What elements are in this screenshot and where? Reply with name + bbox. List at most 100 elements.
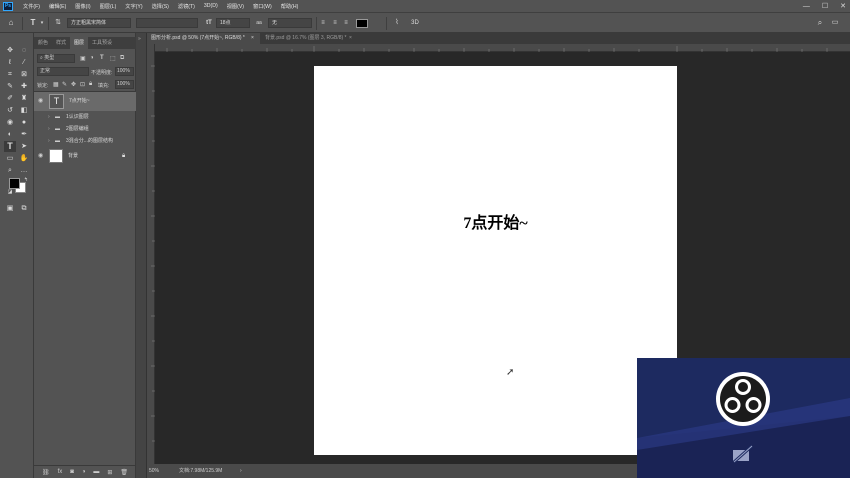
eye-icon[interactable]: ◉ <box>38 96 43 107</box>
font-size-select[interactable]: 18点 <box>216 18 250 28</box>
zoom-tool-icon[interactable]: ⌕ <box>4 165 16 176</box>
filter-adjustment-icon[interactable]: ◑ <box>90 55 94 61</box>
menu-window[interactable]: 窗口(W) <box>253 3 272 10</box>
pen-tool-icon[interactable]: ✒ <box>18 129 30 140</box>
fx-icon[interactable]: fx <box>58 469 63 475</box>
maximize-icon[interactable]: ☐ <box>822 2 828 10</box>
tab-document[interactable]: 背景.psd @ 16.7% (图层 3, RGB/8) * × <box>261 33 357 44</box>
eraser-tool-icon[interactable]: ◧ <box>18 105 30 116</box>
font-style-select[interactable] <box>136 18 198 28</box>
menu-help[interactable]: 帮助(H) <box>281 3 299 10</box>
lock-image-icon[interactable]: ✎ <box>62 81 67 88</box>
menu-type[interactable]: 文字(Y) <box>125 3 142 10</box>
workspace-icon[interactable]: ▭ <box>829 17 841 29</box>
tab-color[interactable]: 颜色 <box>34 37 52 49</box>
menu-layer[interactable]: 图层(L) <box>100 3 117 10</box>
crop-tool-icon[interactable]: ⌗ <box>4 69 16 80</box>
magic-wand-tool-icon[interactable]: ⁄ <box>18 57 30 68</box>
menu-file[interactable]: 文件(F) <box>23 3 40 10</box>
close-icon[interactable]: ✕ <box>840 2 846 10</box>
chevron-right-icon[interactable]: › <box>48 136 50 147</box>
default-colors-icon[interactable]: ◪ <box>4 189 16 195</box>
layer-row-background[interactable]: ◉ 背景 🔒︎ <box>34 148 136 165</box>
clone-stamp-tool-icon[interactable]: ♜ <box>18 93 30 104</box>
lasso-tool-icon[interactable]: ℓ <box>4 57 16 68</box>
marquee-tool-icon[interactable]: ◌ <box>18 45 30 56</box>
blend-mode-select[interactable]: 正常 <box>37 67 89 76</box>
lock-position-icon[interactable]: ✥ <box>71 81 76 88</box>
history-brush-tool-icon[interactable]: ↺ <box>4 105 16 116</box>
menu-filter[interactable]: 滤镜(T) <box>178 3 195 10</box>
tab-document-active[interactable]: 图形分析.psd @ 50% (7点开始~, RGB/8) * × <box>147 33 260 44</box>
tab-tool-presets[interactable]: 工具预设 <box>88 37 116 49</box>
layer-row-folder[interactable]: › ▬ 2图层编组 <box>34 124 136 135</box>
align-right-icon[interactable]: ≡ <box>340 17 352 29</box>
paint-bucket-tool-icon[interactable]: ◉ <box>4 117 16 128</box>
tab-layers[interactable]: 图层 <box>70 37 89 49</box>
filter-smart-object-icon[interactable]: ⧉ <box>120 55 124 62</box>
menu-select[interactable]: 选择(S) <box>152 3 169 10</box>
filter-pixel-icon[interactable]: ▣ <box>80 55 86 62</box>
close-icon[interactable]: × <box>349 33 352 44</box>
zoom-level[interactable]: 50% <box>149 464 159 478</box>
layer-row-text[interactable]: ◉ T 7点开始~ <box>34 92 136 111</box>
anti-alias-select[interactable]: 无 <box>268 18 312 28</box>
swap-colors-icon[interactable]: ↰ <box>20 177 32 183</box>
layer-row-folder[interactable]: › ▬ 1认识图层 <box>34 112 136 123</box>
healing-brush-tool-icon[interactable]: ✚ <box>18 81 30 92</box>
filter-type-icon[interactable]: T <box>100 55 104 61</box>
minimize-icon[interactable]: — <box>803 3 810 10</box>
obs-logo-icon <box>716 372 770 426</box>
link-layers-icon[interactable]: ⛓︎ <box>42 469 50 476</box>
new-group-icon[interactable]: ▬ <box>93 469 99 475</box>
align-left-icon[interactable]: ≡ <box>317 17 329 29</box>
menu-3d[interactable]: 3D(D) <box>204 3 218 9</box>
dodge-tool-icon[interactable]: ◐ <box>4 129 16 140</box>
layer-filter-select[interactable]: ⌕ 类型 <box>37 54 75 63</box>
chevron-right-icon[interactable]: › <box>48 124 50 135</box>
collapse-panels-icon[interactable]: » <box>138 36 141 42</box>
menu-edit[interactable]: 编辑(E) <box>49 3 66 10</box>
opacity-field[interactable]: 100% <box>115 67 134 76</box>
lock-transparent-icon[interactable]: ▦ <box>53 81 59 88</box>
type-tool-icon[interactable]: T <box>4 141 16 152</box>
adjustment-layer-icon[interactable]: ◑ <box>82 469 86 475</box>
eyedropper-tool-icon[interactable]: ✎ <box>4 81 16 92</box>
quick-mask-icon[interactable]: ▣ <box>4 203 16 214</box>
menu-view[interactable]: 视图(V) <box>227 3 244 10</box>
lock-all-icon[interactable]: 🔒︎ <box>89 81 92 88</box>
menu-image[interactable]: 图像(I) <box>75 3 90 10</box>
add-mask-icon[interactable]: ◙ <box>70 469 74 475</box>
fill-field[interactable]: 100% <box>115 80 134 89</box>
3d-icon[interactable]: 3D <box>409 17 421 29</box>
search-icon[interactable]: ⌕ <box>814 17 826 29</box>
layer-row-folder[interactable]: › ▬ 3混合分...的图层结构 <box>34 136 136 147</box>
text-color-swatch[interactable] <box>356 19 368 28</box>
rectangle-tool-icon[interactable]: ▭ <box>4 153 16 164</box>
foreground-color-swatch[interactable] <box>9 178 20 189</box>
chevron-right-icon[interactable]: › <box>240 464 242 478</box>
screen-mode-icon[interactable]: ⧉ <box>18 203 30 214</box>
trash-icon[interactable]: 🗑︎ <box>120 469 128 476</box>
home-icon[interactable]: ⌂ <box>5 17 17 29</box>
eye-icon[interactable]: ◉ <box>38 151 43 162</box>
frame-tool-icon[interactable]: ⊠ <box>18 69 30 80</box>
warp-text-icon[interactable]: ⌇ <box>391 17 403 29</box>
move-tool-icon[interactable]: ✥ <box>4 45 16 56</box>
more-tools-icon[interactable]: … <box>18 165 30 176</box>
document-canvas[interactable]: 7点开始~ <box>314 66 677 455</box>
path-selection-tool-icon[interactable]: ➤ <box>18 141 30 152</box>
brush-tool-icon[interactable]: ✐ <box>4 93 16 104</box>
lock-artboard-icon[interactable]: ⊡ <box>80 81 85 88</box>
hand-tool-icon[interactable]: ✋ <box>18 153 30 164</box>
blur-tool-icon[interactable]: ● <box>18 117 30 128</box>
tool-preset-chevron-icon[interactable]: ▾ <box>36 17 48 29</box>
tab-styles[interactable]: 样式 <box>52 37 70 49</box>
chevron-right-icon[interactable]: › <box>48 112 50 123</box>
close-icon[interactable]: × <box>251 33 254 44</box>
new-layer-icon[interactable]: ⊞ <box>107 469 112 476</box>
filter-shape-icon[interactable]: ⬚ <box>110 55 116 62</box>
font-family-select[interactable]: 方正粗黑宋简体 <box>67 18 131 28</box>
toggle-orientation-icon[interactable]: ⇅ <box>52 17 64 29</box>
canvas-text-layer[interactable]: 7点开始~ <box>314 209 677 233</box>
